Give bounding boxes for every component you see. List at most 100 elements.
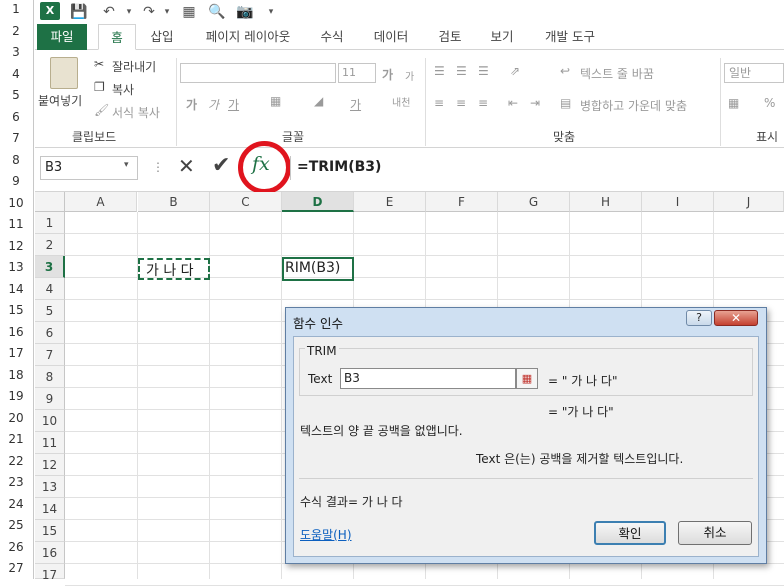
decrease-indent-icon[interactable]: ⇤ [508,96,518,110]
paste-button[interactable]: 붙여넣기 [38,92,82,109]
line-number: 6 [12,109,20,124]
bold-icon[interactable]: 가 [186,96,197,113]
tab-page-layout[interactable]: 페이지 레이아웃 [196,24,300,50]
select-all-corner[interactable] [35,192,65,212]
ok-button[interactable]: 확인 [594,521,666,545]
align-top-icon[interactable]: ☰ [434,64,445,78]
column-header-i[interactable]: I [642,192,714,212]
row-header-7[interactable]: 7 [35,344,65,366]
underline-icon[interactable]: 가 [228,96,239,113]
row-header-5[interactable]: 5 [35,300,65,322]
row-header-8[interactable]: 8 [35,366,65,388]
tab-insert[interactable]: 삽입 [142,24,182,50]
column-header-f[interactable]: F [426,192,498,212]
line-number: 20 [8,410,24,425]
font-name-box[interactable] [180,63,336,83]
help-icon[interactable]: ? [686,310,712,326]
phonetic-icon[interactable]: 내천 [392,94,410,109]
text-argument-input[interactable]: B3 [340,368,516,389]
row-header-9[interactable]: 9 [35,388,65,410]
tab-home[interactable]: 홈 [98,24,136,50]
line-number: 18 [8,367,24,382]
paste-icon[interactable] [50,57,78,89]
percent-icon[interactable]: % [764,96,775,110]
merge-center-button[interactable]: 병합하고 가운데 맞춤 [580,97,687,114]
argument-result: = " 가 나 다" [548,374,618,388]
increase-font-icon[interactable]: 가 [382,66,393,83]
row-header-14[interactable]: 14 [35,498,65,520]
tab-file[interactable]: 파일 [37,24,87,50]
row-header-12[interactable]: 12 [35,454,65,476]
print-preview-icon[interactable]: 🔍 [208,3,226,21]
collapse-dialog-icon[interactable]: ▦ [516,368,538,389]
cancel-button[interactable]: 취소 [678,521,752,545]
row-header-1[interactable]: 1 [35,212,65,234]
copy-button[interactable]: 복사 [112,81,134,98]
border-icon[interactable]: ▦ [270,94,281,108]
merge-center-icon[interactable]: ▤ [560,96,571,110]
row-header-17[interactable]: 17 [35,564,65,582]
wrap-text-icon[interactable]: ↩ [560,64,570,78]
tab-data[interactable]: 데이터 [366,24,416,50]
align-bottom-icon[interactable]: ☰ [478,64,489,78]
close-icon[interactable]: ✕ [714,310,758,326]
confirm-entry-icon[interactable]: ✔ [212,153,230,178]
orientation-icon[interactable]: ⇗ [510,64,520,78]
line-number: 2 [12,23,20,38]
row-header-11[interactable]: 11 [35,432,65,454]
cancel-entry-icon[interactable]: ✕ [178,154,195,178]
align-middle-icon[interactable]: ☰ [456,64,467,78]
form-icon[interactable]: ▦ [180,3,198,21]
column-header-g[interactable]: G [498,192,570,212]
undo-dropdown-icon[interactable]: ▾ [120,3,138,21]
decrease-font-icon[interactable]: 가 [405,68,414,83]
column-header-a[interactable]: A [65,192,137,212]
column-header-d[interactable]: D [282,192,354,212]
font-size-box[interactable]: 11 [338,63,376,83]
number-format-box[interactable]: 일반 [724,63,784,83]
copy-icon[interactable]: ❐ [94,80,105,94]
column-header-e[interactable]: E [354,192,426,212]
customize-qat-icon[interactable]: ▾ [262,3,280,21]
tab-review[interactable]: 검토 [430,24,470,50]
format-painter-icon[interactable]: 🖌 [94,103,109,117]
row-header-2[interactable]: 2 [35,234,65,256]
font-color-icon[interactable]: 가 [350,96,361,113]
column-header-h[interactable]: H [570,192,642,212]
currency-icon[interactable]: ▦ [728,96,739,110]
tab-view[interactable]: 보기 [482,24,522,50]
format-painter-button[interactable]: 서식 복사 [112,104,160,121]
row-header-10[interactable]: 10 [35,410,65,432]
tab-formulas[interactable]: 수식 [312,24,352,50]
increase-indent-icon[interactable]: ⇥ [530,96,540,110]
help-link[interactable]: 도움말(H) [300,526,352,543]
wrap-text-button[interactable]: 텍스트 줄 바꿈 [580,65,654,82]
name-box-dropdown-icon[interactable]: ▾ [124,160,129,170]
undo-icon[interactable]: ↶ [100,3,118,21]
align-center-icon[interactable]: ≡ [456,96,466,110]
line-number: 24 [8,496,24,511]
align-left-icon[interactable]: ≡ [434,96,444,110]
row-header-4[interactable]: 4 [35,278,65,300]
row-header-16[interactable]: 16 [35,542,65,564]
fill-color-icon[interactable]: ◢ [314,94,323,108]
camera-icon[interactable]: 📷 [236,3,254,21]
formula-input[interactable]: =TRIM(B3) [290,156,784,180]
row-header-3[interactable]: 3 [35,256,65,278]
column-header-c[interactable]: C [210,192,282,212]
row-header-13[interactable]: 13 [35,476,65,498]
italic-icon[interactable]: 가 [208,96,219,113]
formula-result: 수식 결과= 가 나 다 [300,495,403,509]
tab-developer[interactable]: 개발 도구 [535,24,605,50]
cut-button[interactable]: 잘라내기 [112,58,156,75]
row-header-6[interactable]: 6 [35,322,65,344]
column-header-b[interactable]: B [138,192,210,212]
column-header-j[interactable]: J [714,192,784,212]
more-options-icon: ⋮ [152,160,164,174]
save-icon[interactable]: 💾 [70,3,88,21]
redo-icon[interactable]: ↷ [140,3,158,21]
align-right-icon[interactable]: ≡ [478,96,488,110]
row-header-15[interactable]: 15 [35,520,65,542]
redo-dropdown-icon[interactable]: ▾ [158,3,176,21]
cut-icon[interactable]: ✂ [94,57,104,71]
